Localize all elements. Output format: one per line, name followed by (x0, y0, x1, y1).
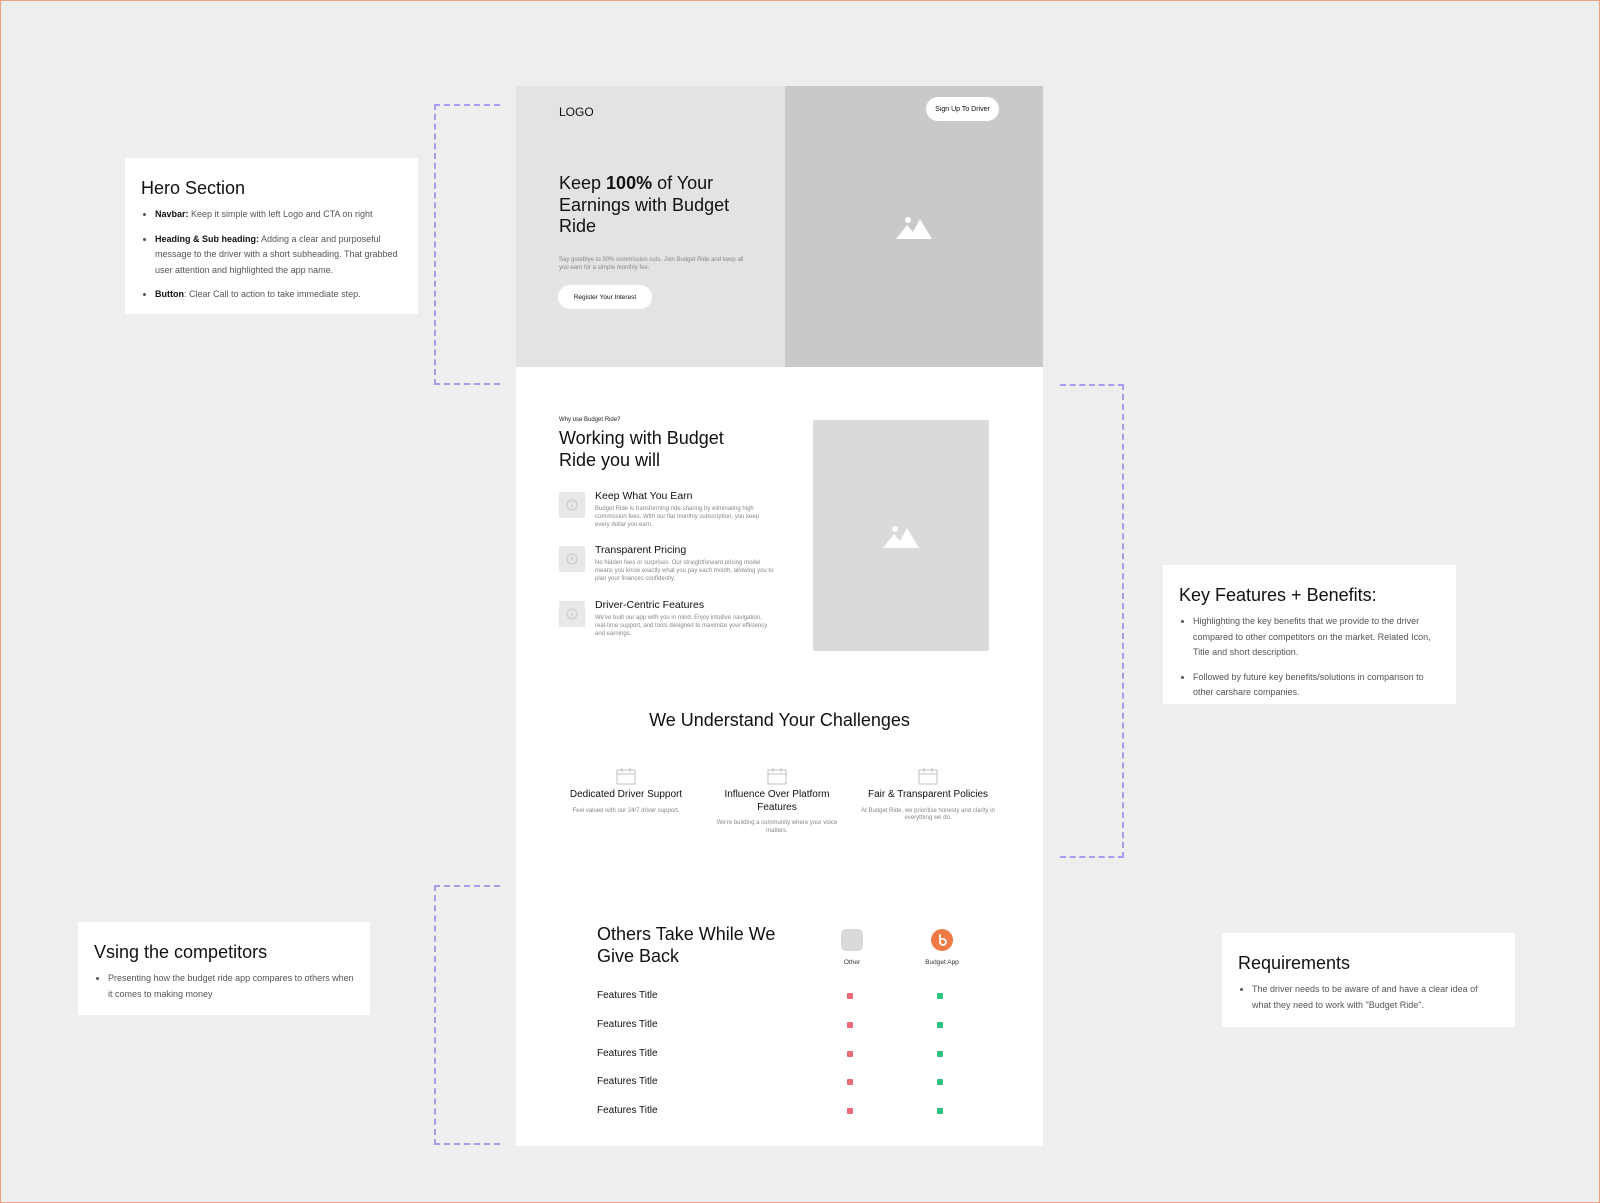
challenge-description: We're building a community where your vo… (716, 820, 838, 834)
note-requirements-item: The driver needs to be aware of and have… (1252, 982, 1499, 1013)
check-icon (937, 1022, 943, 1028)
feature-description: Budget Ride is transforming ride-sharing… (595, 506, 760, 528)
calendar-icon (918, 768, 938, 785)
hero-subtitle: Say goodbye to 30% commission cuts. Join… (559, 257, 744, 271)
feature-title: Keep What You Earn (595, 490, 693, 502)
clock-icon (559, 546, 585, 572)
image-placeholder-icon (883, 525, 919, 548)
bracket-competitors (434, 885, 500, 1145)
feature-title: Driver-Centric Features (595, 599, 705, 611)
check-icon (937, 1108, 943, 1114)
calendar-icon (767, 768, 787, 785)
comparison-row: Features Title (597, 1105, 997, 1119)
cross-icon (847, 993, 853, 999)
why-eyebrow: Why use Budget Ride? (559, 417, 621, 423)
note-hero: Hero Section Navbar: Keep it simple with… (125, 158, 418, 314)
note-competitors: Vsing the competitors Presenting how the… (78, 922, 370, 1015)
hero-title: Keep 100% of Your Earnings with Budget R… (559, 173, 730, 236)
check-icon (937, 1051, 943, 1057)
feature-row-label: Features Title (597, 990, 658, 1001)
calendar-icon (616, 768, 636, 785)
note-hero-list: Navbar: Keep it simple with left Logo an… (141, 207, 402, 303)
note-hero-item: Heading & Sub heading: Adding a clear an… (155, 232, 402, 279)
column-label: Other (843, 959, 861, 966)
feature-row-label: Features Title (597, 1019, 658, 1030)
note-features-title: Key Features + Benefits: (1179, 585, 1377, 605)
comparison-row: Features Title (597, 1048, 997, 1062)
feature-description: No hidden fees or surprises. Our straigh… (595, 560, 774, 582)
cross-icon (847, 1108, 853, 1114)
note-competitors-list: Presenting how the budget ride app compa… (94, 971, 354, 1002)
challenges-title: We Understand Your Challenges (649, 710, 910, 730)
cross-icon (847, 1079, 853, 1085)
logo[interactable]: LOGO (559, 105, 594, 119)
comparison-title: Others Take While We Give Back (597, 924, 776, 966)
column-label: Budget App (925, 959, 959, 966)
note-requirements-title: Requirements (1238, 953, 1351, 973)
register-interest-button[interactable]: Register Your Interest (558, 285, 652, 309)
why-image-placeholder (813, 420, 989, 651)
feature-row-label: Features Title (597, 1105, 658, 1116)
check-icon (937, 993, 943, 999)
why-title: Working with Budget Ride you will (559, 428, 724, 470)
note-competitors-item: Presenting how the budget ride app compa… (108, 971, 354, 1002)
note-features: Key Features + Benefits: Highlighting th… (1163, 565, 1456, 704)
challenge-item: Fair & Transparent Policies At Budget Ri… (858, 768, 998, 823)
comparison-row: Features Title (597, 1076, 997, 1090)
cross-icon (847, 1022, 853, 1028)
info-icon (559, 601, 585, 627)
challenge-title: Dedicated Driver Support (569, 789, 683, 800)
hero-section: LOGO Keep 100% of Your Earnings with Bud… (516, 86, 1043, 367)
challenge-item: Dedicated Driver Support Feel valued wit… (556, 768, 696, 815)
comparison-column-other: Other (822, 929, 882, 966)
challenge-title: Influence Over Platform Features (724, 789, 830, 813)
comparison-row: Features Title (597, 1019, 997, 1033)
bracket-hero (434, 104, 500, 385)
note-hero-title: Hero Section (141, 178, 246, 198)
other-app-icon (841, 929, 863, 951)
note-hero-item: Button: Clear Call to action to take imm… (155, 287, 402, 303)
feature-row-label: Features Title (597, 1048, 658, 1059)
note-requirements-list: The driver needs to be aware of and have… (1238, 982, 1499, 1013)
note-requirements: Requirements The driver needs to be awar… (1222, 933, 1515, 1027)
feature-title: Transparent Pricing (595, 544, 687, 556)
feature-row-label: Features Title (597, 1076, 658, 1087)
image-placeholder-icon (896, 216, 932, 239)
hero-image-placeholder (785, 86, 1043, 367)
comparison-column-budget: Budget App (912, 929, 972, 966)
challenge-description: At Budget Ride, we prioritise honesty an… (861, 807, 995, 822)
challenge-description: Feel valued with our 24/7 driver support… (572, 807, 680, 814)
note-features-item: Highlighting the key benefits that we pr… (1193, 614, 1440, 661)
check-icon (937, 1079, 943, 1085)
bracket-features (1060, 384, 1124, 858)
challenge-item: Influence Over Platform Features We're b… (707, 768, 847, 835)
note-hero-item: Navbar: Keep it simple with left Logo an… (155, 207, 402, 223)
note-features-item: Followed by future key benefits/solution… (1193, 670, 1440, 701)
challenge-title: Fair & Transparent Policies (867, 789, 989, 800)
note-features-list: Highlighting the key benefits that we pr… (1179, 614, 1440, 701)
landing-page-wireframe: LOGO Keep 100% of Your Earnings with Bud… (516, 86, 1043, 1146)
info-icon (559, 492, 585, 518)
sign-up-driver-button[interactable]: Sign Up To Driver (926, 97, 999, 121)
budget-app-logo-icon (931, 929, 953, 951)
note-competitors-title: Vsing the competitors (94, 942, 268, 962)
comparison-row: Features Title (597, 990, 997, 1004)
feature-description: We've built our app with you in mind. En… (595, 615, 768, 637)
cross-icon (847, 1051, 853, 1057)
